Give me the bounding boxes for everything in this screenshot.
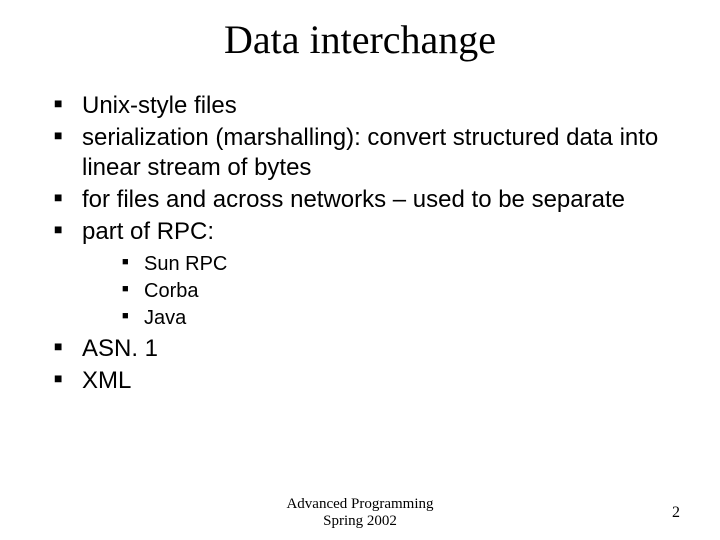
list-item-text: Corba (144, 280, 198, 302)
footer-line: Spring 2002 (0, 513, 720, 530)
list-item: Unix-style files (48, 91, 672, 121)
list-item-text: XML (82, 367, 131, 394)
list-item: Java (116, 305, 672, 332)
list-item-text: Unix-style files (82, 92, 237, 119)
list-item-text: ASN. 1 (82, 335, 158, 362)
list-item-text: serialization (marshalling): convert str… (82, 124, 658, 181)
list-item-text: Sun RPC (144, 253, 227, 275)
list-item-text: Java (144, 307, 186, 329)
list-item: XML (48, 366, 672, 396)
slide-title: Data interchange (48, 16, 672, 63)
list-item: serialization (marshalling): convert str… (48, 123, 672, 183)
list-item-text: part of RPC: (82, 218, 214, 245)
list-item: for files and across networks – used to … (48, 185, 672, 215)
list-item: Corba (116, 278, 672, 305)
list-item: part of RPC: Sun RPC Corba Java (48, 217, 672, 332)
list-item: Sun RPC (116, 251, 672, 278)
sub-bullet-list: Sun RPC Corba Java (82, 251, 672, 332)
footer-line: Advanced Programming (0, 496, 720, 513)
list-item: ASN. 1 (48, 334, 672, 364)
list-item-text: for files and across networks – used to … (82, 186, 625, 213)
footer: Advanced Programming Spring 2002 (0, 496, 720, 531)
bullet-list: Unix-style files serialization (marshall… (48, 91, 672, 396)
page-number: 2 (672, 504, 680, 522)
slide: Data interchange Unix-style files serial… (0, 0, 720, 540)
